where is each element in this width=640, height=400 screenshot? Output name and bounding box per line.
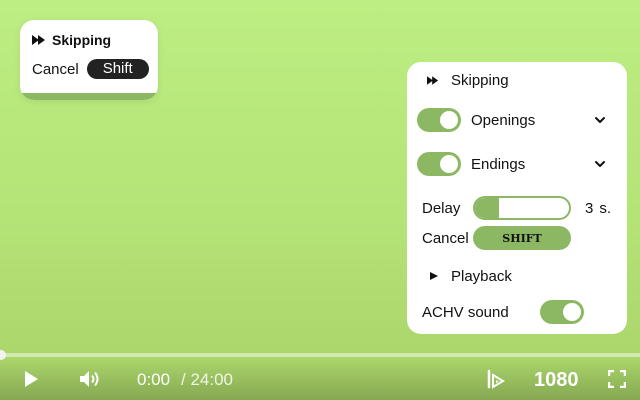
fast-forward-icon (32, 35, 45, 45)
openings-row: Openings (407, 108, 627, 132)
achv-sound-label: ACHV sound (422, 303, 509, 321)
player-controls: 0:00 / 24:00 1080 (0, 358, 640, 400)
endings-row: Endings (407, 152, 627, 176)
toast-cancel-label: Cancel (32, 60, 79, 78)
endings-label: Endings (471, 155, 526, 173)
duration: / 24:00 (181, 370, 233, 389)
achv-row: ACHV sound (407, 300, 627, 324)
fullscreen-icon[interactable] (608, 370, 626, 388)
openings-label: Openings (471, 111, 536, 129)
chevron-down-icon[interactable] (593, 157, 607, 171)
skip-settings-icon[interactable] (486, 369, 506, 389)
endings-toggle[interactable] (417, 152, 461, 176)
cancel-label: Cancel (422, 229, 469, 247)
toast-title: Skipping (52, 32, 112, 48)
toast-header: Skipping (32, 32, 111, 48)
toast-progress-bar (20, 93, 158, 100)
delay-label: Delay (422, 199, 461, 217)
cancel-key-button[interactable]: SHIFT (473, 226, 571, 250)
volume-icon[interactable] (78, 369, 102, 389)
delay-slider[interactable] (473, 196, 571, 220)
delay-value: 3 (585, 199, 594, 217)
fast-forward-icon (427, 75, 439, 85)
playback-row[interactable]: Playback (407, 266, 627, 286)
play-icon (430, 272, 438, 280)
panel-header: Skipping (407, 70, 627, 90)
achv-sound-toggle[interactable] (540, 300, 584, 324)
openings-toggle[interactable] (417, 108, 461, 132)
chevron-down-icon[interactable] (593, 113, 607, 127)
cancel-row: Cancel SHIFT (407, 226, 627, 250)
current-time: 0:00 (137, 370, 171, 389)
quality-selector[interactable]: 1080 (534, 369, 579, 392)
skip-settings-panel: Skipping Openings Endings Delay 3 s. Can… (407, 62, 627, 334)
delay-row: Delay 3 s. (407, 196, 627, 220)
panel-header-label: Skipping (451, 71, 509, 89)
delay-slider-fill (475, 198, 499, 218)
playback-label: Playback (451, 267, 512, 285)
toggle-knob (563, 303, 581, 321)
toggle-knob (440, 155, 458, 173)
skip-toast: Skipping Cancel Shift (20, 20, 158, 100)
seek-bar[interactable] (0, 350, 640, 360)
toast-shift-key[interactable]: Shift (86, 59, 149, 79)
play-icon[interactable] (22, 370, 40, 388)
toast-actions: Cancel Shift (32, 59, 149, 79)
delay-unit: s. (599, 199, 612, 217)
toggle-knob (440, 111, 458, 129)
